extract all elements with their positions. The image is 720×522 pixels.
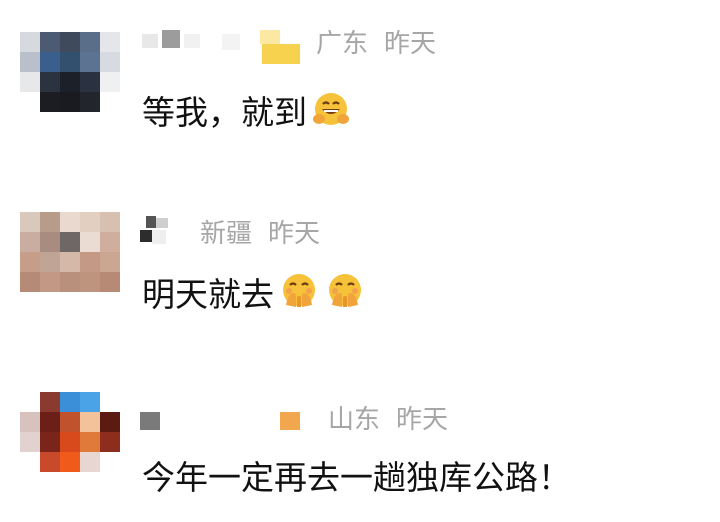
comment-location: 广东 — [316, 29, 369, 59]
comment-text: 等我，就到 — [142, 93, 307, 132]
comment-text: 明天就去 — [142, 275, 274, 314]
comment-location: 山东 — [328, 405, 381, 435]
comment-text-row: 等我，就到 — [142, 88, 351, 132]
avatar[interactable] — [20, 212, 120, 292]
comment-text-row: 明天就去 — [142, 270, 366, 314]
avatar[interactable] — [20, 32, 120, 112]
comment-location: 新疆 — [200, 219, 253, 249]
hand-over-mouth-emoji-icon — [324, 271, 366, 313]
grinning-hands-emoji-icon — [311, 90, 351, 130]
comment-time: 昨天 — [396, 405, 449, 435]
comment-time: 昨天 — [384, 29, 437, 59]
comment-text: 今年一定再去一趟独库公路！ — [142, 458, 571, 497]
avatar[interactable] — [20, 392, 120, 472]
hand-over-mouth-emoji-icon — [278, 271, 320, 313]
comment-time: 昨天 — [268, 219, 321, 249]
comment-text-row: 今年一定再去一趟独库公路！ — [142, 452, 571, 498]
